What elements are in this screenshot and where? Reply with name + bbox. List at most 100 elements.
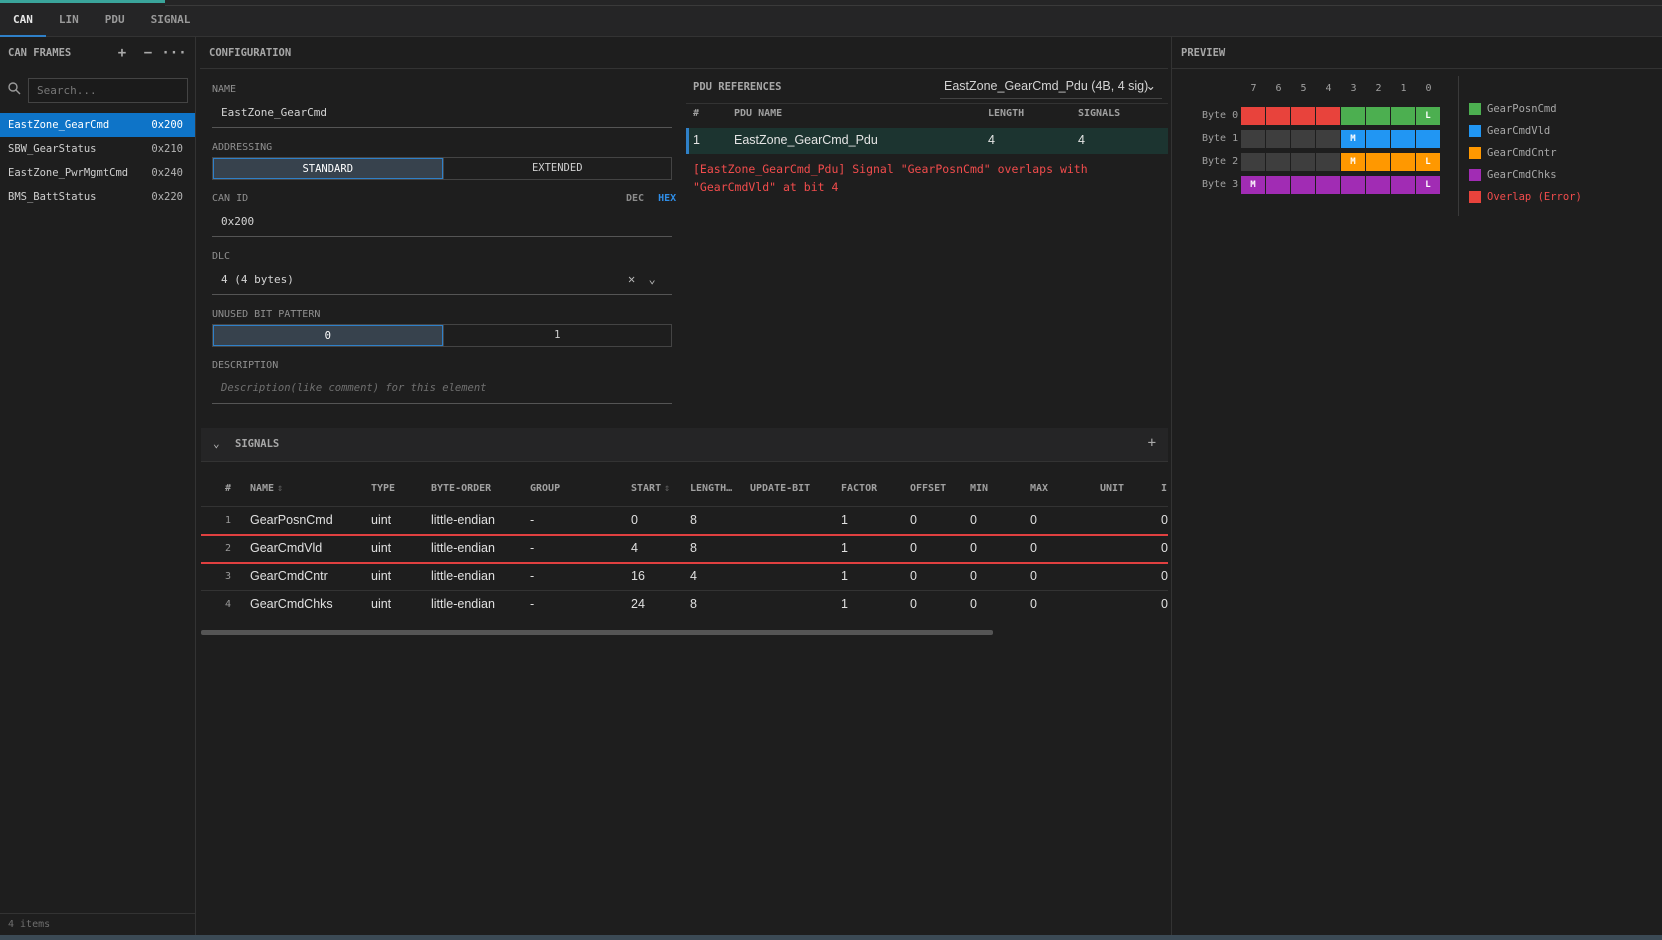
signals-title: SIGNALS: [235, 438, 280, 450]
bit-cell[interactable]: [1391, 130, 1415, 148]
pdu-row[interactable]: 1 EastZone_GearCmd_Pdu 4 4: [686, 128, 1168, 154]
can-id-field[interactable]: 0x200: [221, 215, 254, 228]
frame-item[interactable]: EastZone_GearCmd 0x200: [0, 113, 195, 137]
bit-one-option[interactable]: 1: [442, 325, 672, 346]
bit-cell[interactable]: [1366, 176, 1390, 194]
signal-min: 0: [970, 541, 977, 555]
bit-cell[interactable]: [1366, 107, 1390, 125]
standard-option[interactable]: STANDARD: [213, 158, 443, 179]
description-input[interactable]: Description(like comment) for this eleme…: [221, 382, 487, 394]
frame-name: EastZone_PwrMgmtCmd: [8, 167, 129, 179]
signal-min: 0: [970, 597, 977, 611]
main-tabs: CAN LIN PDU SIGNAL: [0, 6, 203, 37]
preview-divider: [1458, 76, 1459, 216]
bit-cell[interactable]: [1291, 153, 1315, 171]
row-index: 4: [225, 599, 232, 610]
dlc-label: DLC: [212, 251, 231, 262]
frame-item[interactable]: BMS_BattStatus 0x220: [0, 185, 195, 209]
col-unit: UNIT: [1100, 483, 1125, 494]
bit-number: 2: [1375, 83, 1382, 94]
bit-cell[interactable]: [1291, 176, 1315, 194]
signal-length: 4: [690, 569, 697, 583]
frame-item[interactable]: SBW_GearStatus 0x210: [0, 137, 195, 161]
remove-frame-button[interactable]: −: [135, 45, 161, 61]
col-start[interactable]: START ⇕: [631, 483, 670, 494]
bit-cell[interactable]: [1316, 107, 1340, 125]
legend-label: GearPosnCmd: [1487, 103, 1557, 115]
bit-cell[interactable]: [1341, 107, 1365, 125]
can-id-label: CAN ID: [212, 193, 249, 204]
bit-cell[interactable]: [1316, 153, 1340, 171]
tab-lin[interactable]: LIN: [46, 6, 92, 37]
more-options-button[interactable]: ···: [161, 45, 187, 61]
bit-cell[interactable]: L: [1416, 107, 1440, 125]
active-tab-accent: [0, 0, 165, 3]
name-field[interactable]: EastZone_GearCmd: [221, 106, 327, 119]
col-min: MIN: [970, 483, 989, 494]
table-row[interactable]: 3 GearCmdCntr uint little-endian - 16 4 …: [201, 563, 1168, 591]
signal-extra: 0: [1161, 541, 1168, 555]
search-input[interactable]: [28, 77, 188, 103]
frame-item[interactable]: EastZone_PwrMgmtCmd 0x240: [0, 161, 195, 185]
bit-cell[interactable]: [1391, 176, 1415, 194]
horizontal-scrollbar[interactable]: [201, 630, 993, 635]
bit-cell[interactable]: L: [1416, 176, 1440, 194]
bit-cell[interactable]: [1266, 130, 1290, 148]
frame-list: EastZone_GearCmd 0x200 SBW_GearStatus 0x…: [0, 113, 195, 209]
bit-cell[interactable]: M: [1341, 130, 1365, 148]
tab-can[interactable]: CAN: [0, 6, 46, 37]
chevron-down-icon[interactable]: ⌄: [648, 272, 655, 286]
add-signal-button[interactable]: +: [1148, 435, 1156, 451]
col-name[interactable]: NAME ⇕: [250, 483, 283, 494]
bit-cell[interactable]: [1391, 153, 1415, 171]
bit-cell[interactable]: [1266, 107, 1290, 125]
hex-toggle[interactable]: HEX: [658, 193, 676, 204]
bit-cell[interactable]: [1341, 176, 1365, 194]
tab-signal[interactable]: SIGNAL: [138, 6, 204, 37]
bit-cell[interactable]: [1266, 176, 1290, 194]
bit-cell[interactable]: [1391, 107, 1415, 125]
clear-icon[interactable]: ✕: [628, 272, 635, 286]
dlc-underline: [212, 294, 672, 295]
legend-label: GearCmdVld: [1487, 125, 1551, 137]
bit-cell[interactable]: [1241, 107, 1265, 125]
frame-id: 0x200: [151, 119, 183, 131]
legend-swatch: [1469, 147, 1481, 159]
tab-pdu[interactable]: PDU: [92, 6, 138, 37]
bit-cell[interactable]: [1291, 107, 1315, 125]
bit-cell[interactable]: [1241, 130, 1265, 148]
bit-cell[interactable]: M: [1241, 176, 1265, 194]
bit-cell[interactable]: M: [1341, 153, 1365, 171]
add-frame-button[interactable]: +: [109, 45, 135, 61]
bit-cell[interactable]: [1266, 153, 1290, 171]
chevron-down-icon[interactable]: ⌄: [213, 437, 220, 450]
bit-cell[interactable]: [1316, 176, 1340, 194]
table-row[interactable]: 4 GearCmdChks uint little-endian - 24 8 …: [201, 591, 1168, 619]
signal-max: 0: [1030, 597, 1037, 611]
pdu-select[interactable]: EastZone_GearCmd_Pdu (4B, 4 sig) ⌄: [940, 73, 1162, 99]
signal-extra: 0: [1161, 569, 1168, 583]
bit-cell[interactable]: [1416, 130, 1440, 148]
signal-type: uint: [371, 597, 392, 611]
bit-cell[interactable]: L: [1416, 153, 1440, 171]
bit-cell[interactable]: [1316, 130, 1340, 148]
frame-name: EastZone_GearCmd: [8, 119, 110, 131]
legend-item: GearCmdChks: [1469, 169, 1557, 181]
col-factor: FACTOR: [841, 483, 878, 494]
extended-option[interactable]: EXTENDED: [442, 158, 672, 179]
table-row[interactable]: 1 GearPosnCmd uint little-endian - 0 8 1…: [201, 507, 1168, 535]
bit-cell[interactable]: [1241, 153, 1265, 171]
dlc-select[interactable]: 4 (4 bytes): [221, 273, 294, 286]
legend-item: GearPosnCmd: [1469, 103, 1557, 115]
signal-factor: 1: [841, 513, 848, 527]
bit-cell[interactable]: [1366, 130, 1390, 148]
bit-zero-option[interactable]: 0: [213, 325, 443, 346]
row-index: 1: [225, 515, 232, 526]
bit-cell[interactable]: [1366, 153, 1390, 171]
signals-table: # NAME ⇕ TYPE BYTE-ORDER GROUP START ⇕ LEN…: [201, 470, 1168, 640]
bit-cell[interactable]: [1291, 130, 1315, 148]
dec-toggle[interactable]: DEC: [626, 193, 644, 204]
bit-number: 3: [1350, 83, 1357, 94]
table-row[interactable]: 2 GearCmdVld uint little-endian - 4 8 1 …: [201, 535, 1168, 563]
name-underline: [212, 127, 672, 128]
